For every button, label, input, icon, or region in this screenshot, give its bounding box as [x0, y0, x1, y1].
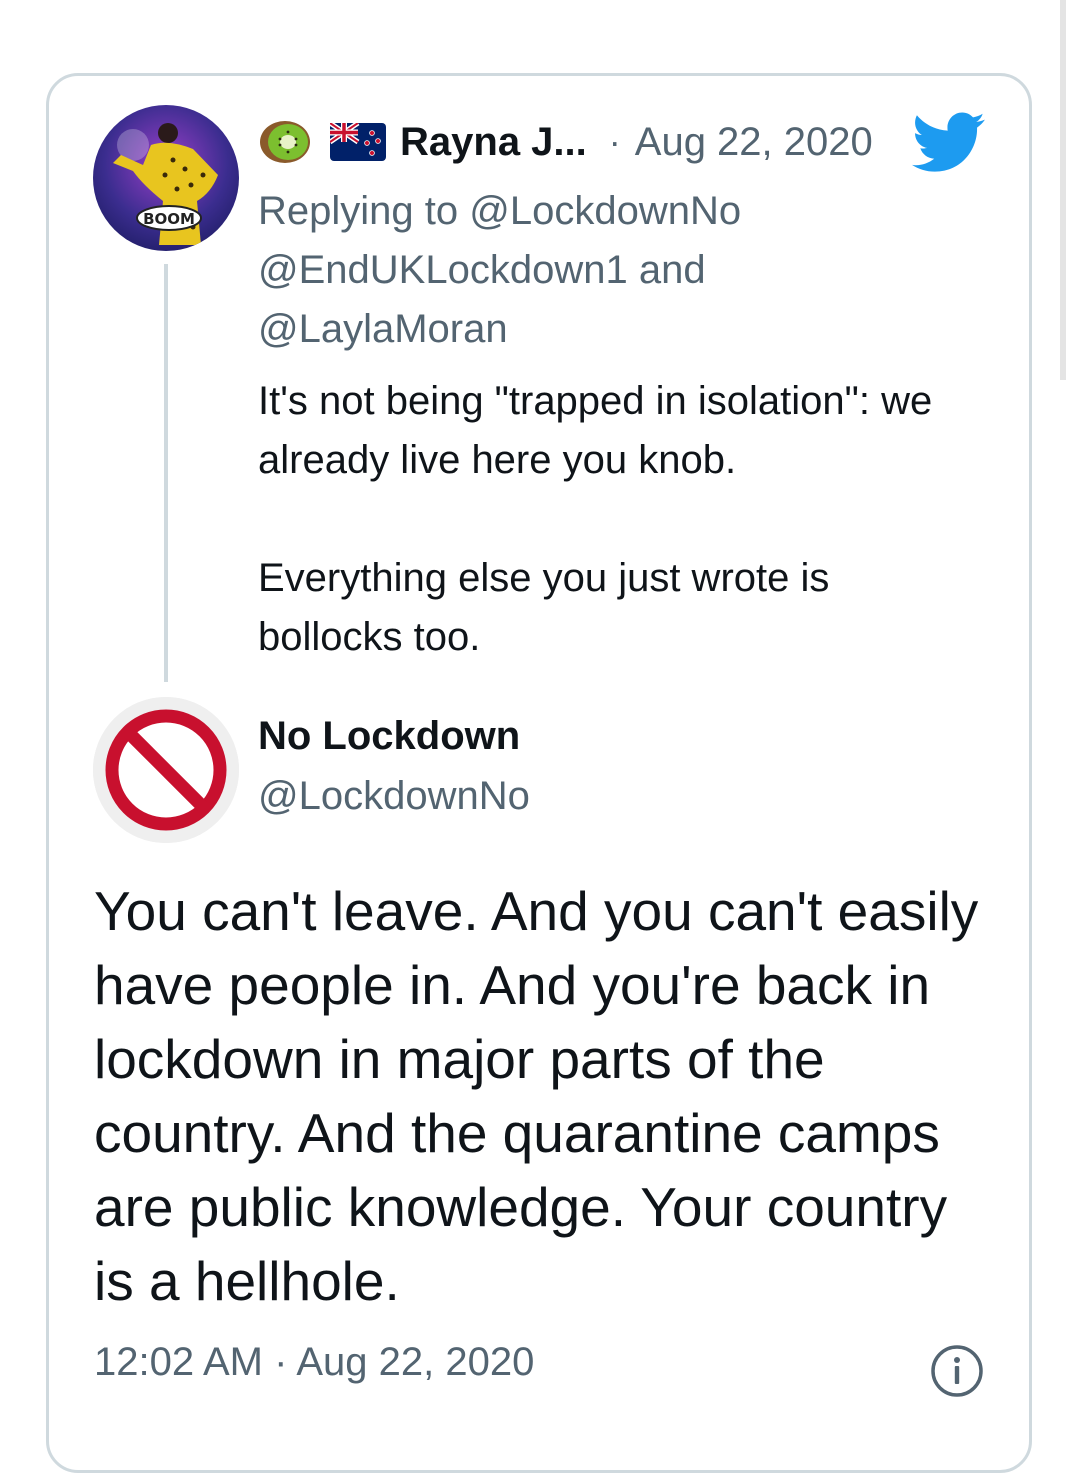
tweet-date: Aug 22, 2020: [296, 1340, 535, 1384]
mention-laylamoran[interactable]: @LaylaMoran: [258, 307, 508, 351]
main-author-avatar[interactable]: [93, 697, 239, 843]
mention-lockdownno[interactable]: @LockdownNo: [469, 189, 741, 233]
prohibited-sign-icon: [93, 697, 239, 843]
thread-connector-line: [164, 264, 168, 682]
separator-dot: ·: [608, 121, 621, 162]
reply-paragraph-1: It's not being "trapped in isolation": w…: [258, 379, 933, 482]
scrollbar[interactable]: [1060, 0, 1066, 380]
new-zealand-flag-icon: [328, 120, 386, 161]
main-author-handle[interactable]: @LockdownNo: [258, 774, 530, 819]
info-icon[interactable]: [930, 1344, 984, 1398]
reply-author-name[interactable]: Rayna J...: [400, 120, 587, 165]
reply-text: It's not being "trapped in isolation": w…: [258, 372, 958, 667]
boom-caption: BOOM: [143, 210, 195, 228]
reply-author-avatar[interactable]: BOOM: [93, 105, 239, 251]
reply-header: Rayna J... · Aug 22, 2020: [258, 112, 873, 172]
kiwi-fruit-icon: [258, 119, 316, 165]
mention-endukl[interactable]: @EndUKLockdown1: [258, 248, 628, 292]
reply-date[interactable]: Aug 22, 2020: [635, 120, 873, 165]
tweet-timestamp[interactable]: 12:02 AM · Aug 22, 2020: [94, 1340, 534, 1385]
timestamp-separator: ·: [274, 1340, 288, 1384]
tweet-time: 12:02 AM: [94, 1340, 264, 1384]
replying-prefix: Replying to: [258, 189, 459, 233]
main-author-name[interactable]: No Lockdown: [258, 714, 520, 759]
reply-paragraph-2: Everything else you just wrote is bolloc…: [258, 556, 830, 659]
replying-to: Replying to @LockdownNo @EndUKLockdown1 …: [258, 182, 898, 359]
replying-connector: and: [638, 248, 706, 292]
main-tweet-text: You can't leave. And you can't easily ha…: [94, 880, 979, 1312]
twitter-bird-icon: [912, 112, 985, 172]
